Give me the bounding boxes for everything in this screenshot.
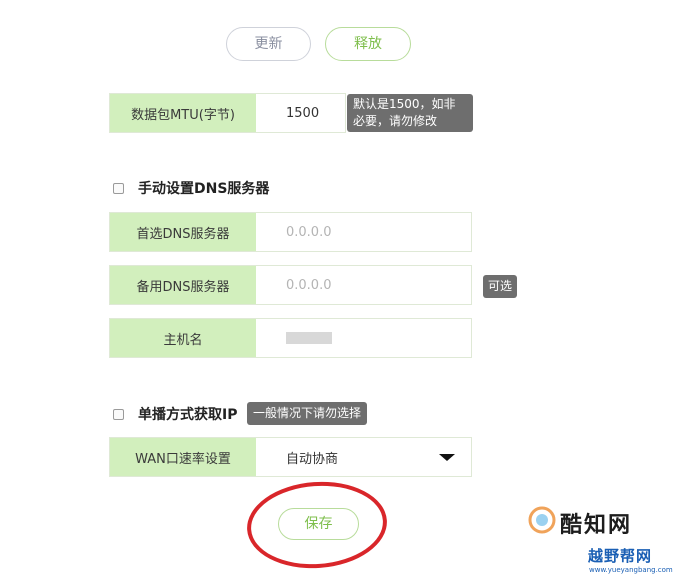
hostname-input[interactable] — [256, 319, 471, 357]
watermark-logo-icon — [528, 506, 556, 534]
manual-dns-option: 手动设置DNS服务器 — [113, 178, 269, 198]
release-button[interactable]: 释放 — [325, 27, 411, 61]
wan-speed-label: WAN口速率设置 — [110, 438, 256, 476]
watermark-url: www.yueyangbang.com — [589, 566, 673, 574]
hostname-row: 主机名 — [109, 318, 472, 358]
manual-dns-label: 手动设置DNS服务器 — [138, 181, 270, 197]
mtu-row: 数据包MTU(字节) 1500 — [109, 93, 346, 133]
wan-speed-select[interactable]: 自动协商 — [256, 438, 471, 476]
mtu-label: 数据包MTU(字节) — [110, 94, 256, 132]
wan-speed-selected: 自动协商 — [286, 451, 339, 467]
unicast-checkbox[interactable] — [113, 408, 124, 420]
watermark-brand-1: 酷知网 — [560, 513, 633, 538]
optional-tooltip: 可选 — [483, 275, 518, 298]
unicast-option: 单播方式获取IP — [113, 404, 237, 424]
secondary-dns-input[interactable]: 0.0.0.0 — [256, 266, 471, 304]
dropdown-arrow-icon[interactable] — [439, 454, 455, 461]
primary-dns-row: 首选DNS服务器 0.0.0.0 — [109, 212, 472, 252]
secondary-dns-label: 备用DNS服务器 — [110, 266, 256, 304]
secondary-dns-row: 备用DNS服务器 0.0.0.0 — [109, 265, 472, 305]
mtu-tooltip: 默认是1500，如非必要，请勿修改 — [347, 94, 473, 132]
primary-dns-label: 首选DNS服务器 — [110, 213, 256, 251]
hostname-label: 主机名 — [110, 319, 256, 357]
unicast-label: 单播方式获取IP — [138, 407, 238, 423]
unicast-tooltip: 一般情况下请勿选择 — [247, 402, 368, 425]
blurred-hostname-value — [286, 332, 332, 344]
manual-dns-checkbox[interactable] — [113, 182, 124, 194]
update-button[interactable]: 更新 — [226, 27, 311, 61]
save-button[interactable]: 保存 — [278, 508, 359, 540]
mtu-input[interactable]: 1500 — [256, 94, 345, 132]
watermark-brand-2: 越野帮网 — [588, 547, 653, 565]
primary-dns-input[interactable]: 0.0.0.0 — [256, 213, 471, 251]
wan-speed-row: WAN口速率设置 自动协商 — [109, 437, 472, 477]
router-settings-page: 更新 释放 数据包MTU(字节) 1500 默认是1500，如非必要，请勿修改 … — [0, 0, 682, 580]
